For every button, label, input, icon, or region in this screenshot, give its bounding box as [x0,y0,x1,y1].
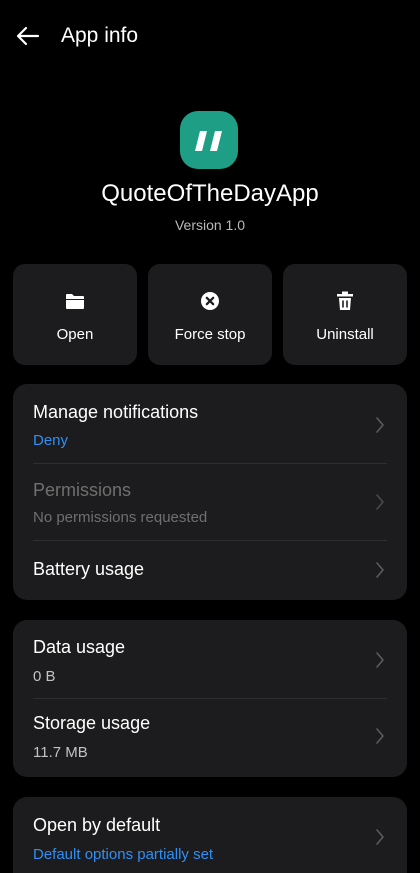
open-by-default-row[interactable]: Open by default Default options partiall… [13,797,407,873]
quote-icon [195,131,222,151]
back-button[interactable] [10,18,46,54]
chevron-right-icon [376,728,384,744]
chevron-right-icon [376,562,384,578]
stop-circle-icon [201,292,219,310]
app-icon [180,111,238,169]
battery-usage-title: Battery usage [33,559,145,579]
force-stop-label: Force stop [174,326,246,343]
usage-card: Data usage 0 B Storage usage 11.7 MB [13,620,407,777]
notifications-status: Deny [33,432,69,449]
open-label: Open [56,326,94,343]
chevron-right-icon [376,652,384,668]
open-by-default-title: Open by default [33,815,161,835]
chevron-right-icon [376,829,384,845]
arrow-left-icon [16,26,40,46]
chevron-right-icon [376,417,384,433]
open-button[interactable]: Open [13,264,137,365]
top-app-bar: App info [0,0,420,72]
uninstall-button[interactable]: Uninstall [283,264,407,365]
page-title: App info [61,24,139,47]
storage-usage-value: 11.7 MB [33,744,88,761]
battery-usage-row[interactable]: Battery usage [13,541,407,600]
app-settings-card: Manage notifications Deny Permissions No… [13,384,407,600]
chevron-right-icon [376,494,384,510]
manage-notifications-row[interactable]: Manage notifications Deny [13,384,407,463]
trash-icon [337,291,353,310]
app-version: Version 1.0 [174,217,246,233]
data-usage-value: 0 B [33,668,56,685]
data-usage-title: Data usage [33,637,126,657]
app-name: QuoteOfTheDayApp [101,180,319,207]
manage-notifications-title: Manage notifications [33,402,199,422]
permissions-title: Permissions [33,480,132,500]
permissions-status: No permissions requested [33,509,208,526]
uninstall-label: Uninstall [316,326,374,343]
defaults-card: Open by default Default options partiall… [13,797,407,873]
storage-usage-title: Storage usage [33,713,151,733]
data-usage-row[interactable]: Data usage 0 B [13,620,407,698]
storage-usage-row[interactable]: Storage usage 11.7 MB [13,699,407,777]
permissions-row[interactable]: Permissions No permissions requested [13,464,407,540]
force-stop-button[interactable]: Force stop [148,264,272,365]
folder-icon [66,293,84,309]
open-by-default-status: Default options partially set [33,846,214,863]
